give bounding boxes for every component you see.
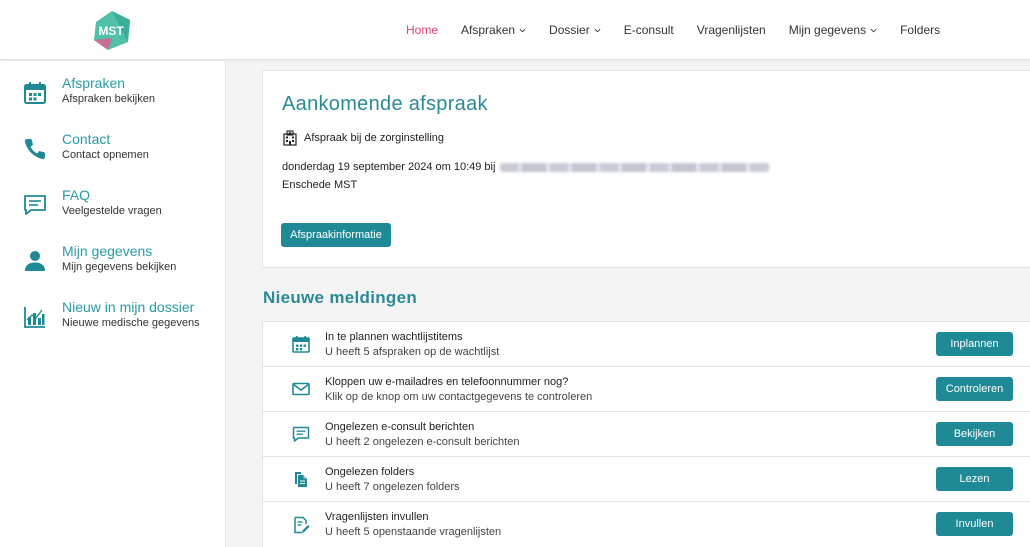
appointment-datetime-row: donderdag 19 september 2024 om 10:49 bij (282, 161, 1030, 173)
top-header: MST Home Afspraken Dossier E-consult Vra… (0, 0, 1030, 60)
nav-vragenlijsten[interactable]: Vragenlijsten (697, 23, 766, 37)
sidebar-item-subtitle: Nieuwe medische gegevens (62, 317, 200, 329)
notification-row: Vragenlijsten invullen U heeft 5 opensta… (263, 502, 1030, 547)
appointment-type-label: Afspraak bij de zorginstelling (304, 132, 445, 144)
nav-dossier[interactable]: Dossier (549, 23, 601, 37)
notification-subtitle: U heeft 5 openstaande vragenlijsten (325, 526, 502, 538)
nav-e-consult[interactable]: E-consult (624, 23, 674, 37)
fill-in-button[interactable]: Invullen (936, 512, 1013, 536)
read-button[interactable]: Lezen (936, 467, 1013, 491)
sidebar-item-title: Contact (62, 131, 111, 147)
notification-row: Ongelezen e-consult berichten U heeft 2 … (263, 412, 1030, 457)
nav-e-consult-label: E-consult (623, 23, 674, 37)
notification-row: Ongelezen folders U heeft 7 ongelezen fo… (263, 457, 1030, 502)
notification-text: Ongelezen e-consult berichten U heeft 2 … (325, 421, 519, 448)
notification-subtitle: Klik op de knop om uw contactgegevens te… (325, 390, 593, 403)
sidebar-item-text: FAQ Veelgestelde vragen (62, 187, 162, 217)
sidebar-item-mijn-gegevens[interactable]: Mijn gegevens Mijn gegevens bekijken (0, 243, 225, 299)
sidebar-item-text: Nieuw in mijn dossier Nieuwe medische ge… (62, 299, 200, 329)
person-icon (25, 251, 45, 271)
sidebar-item-text: Mijn gegevens Mijn gegevens bekijken (62, 243, 176, 273)
sidebar-item-title: Nieuw in mijn dossier (62, 299, 195, 315)
verify-button[interactable]: Controleren (936, 377, 1013, 401)
notification-subtitle: U heeft 5 afspraken op de wachtlijst (325, 345, 500, 358)
nav-folders-label: Folders (900, 23, 941, 37)
nav-afspraken[interactable]: Afspraken (461, 23, 526, 37)
sidebar-item-title: FAQ (62, 187, 91, 203)
logo-text: MST (98, 24, 124, 38)
sidebar: Afspraken Afspraken bekijken Contact Con… (0, 61, 226, 547)
plan-button[interactable]: Inplannen (936, 332, 1013, 356)
notification-text: Vragenlijsten invullen U heeft 5 opensta… (325, 511, 501, 538)
chevron-down-icon (870, 28, 877, 32)
chart-icon (24, 307, 45, 328)
mst-logo[interactable]: MST (90, 8, 134, 52)
sidebar-item-subtitle: Afspraken bekijken (62, 93, 155, 105)
nav-dossier-label: Dossier (549, 23, 590, 37)
chat-icon (24, 195, 46, 215)
appointment-type: Afspraak bij de zorginstelling (282, 130, 1030, 146)
notification-row: In te plannen wachtlijstitems U heeft 5 … (263, 322, 1030, 367)
notification-subtitle: U heeft 2 ongelezen e-consult berichten (325, 435, 520, 448)
nav-mijn-gegevens-label: Mijn gegevens (788, 23, 867, 37)
sidebar-item-faq[interactable]: FAQ Veelgestelde vragen (0, 187, 225, 243)
notification-text: Kloppen uw e-mailadres en telefoonnummer… (325, 376, 592, 403)
appointment-location: Enschede MST (282, 179, 358, 191)
sidebar-item-contact[interactable]: Contact Contact opnemen (0, 131, 225, 187)
notification-text: Ongelezen folders U heeft 7 ongelezen fo… (325, 466, 460, 493)
notification-title: Kloppen uw e-mailadres en telefoonnummer… (325, 375, 569, 388)
sidebar-item-nieuw-in-dossier[interactable]: Nieuw in mijn dossier Nieuwe medische ge… (0, 299, 225, 355)
main-nav: Home Afspraken Dossier E-consult Vragenl… (406, 0, 963, 60)
phone-icon (24, 139, 45, 160)
chevron-down-icon (594, 28, 601, 32)
notification-subtitle: U heeft 7 ongelezen folders (325, 480, 460, 493)
notification-title: In te plannen wachtlijstitems (325, 330, 463, 343)
notification-text: In te plannen wachtlijstitems U heeft 5 … (325, 331, 499, 358)
notification-title: Ongelezen e-consult berichten (325, 420, 475, 433)
notification-title: Vragenlijsten invullen (325, 511, 429, 523)
sidebar-item-subtitle: Mijn gegevens bekijken (62, 261, 177, 273)
appointment-info-button[interactable]: Afspraakinformatie (281, 223, 391, 247)
sidebar-item-title: Afspraken (62, 75, 126, 91)
calendar-icon (24, 82, 46, 104)
nav-home[interactable]: Home (406, 23, 438, 37)
notifications-list: In te plannen wachtlijstitems U heeft 5 … (262, 321, 1030, 547)
sidebar-item-title: Mijn gegevens (62, 243, 153, 259)
nav-vragenlijsten-label: Vragenlijsten (696, 23, 766, 37)
chevron-down-icon (519, 28, 526, 32)
appointment-title: Aankomende afspraak (282, 93, 488, 115)
envelope-icon (289, 377, 313, 401)
sidebar-item-subtitle: Veelgestelde vragen (62, 205, 162, 217)
nav-mijn-gegevens[interactable]: Mijn gegevens (789, 23, 877, 37)
view-button[interactable]: Bekijken (936, 422, 1013, 446)
appointment-datetime: donderdag 19 september 2024 om 10:49 bij (282, 161, 496, 173)
calendar-icon (289, 332, 313, 356)
notification-row: Kloppen uw e-mailadres en telefoonnummer… (263, 367, 1030, 412)
chat-icon (289, 422, 313, 446)
nav-home-label: Home (406, 23, 439, 37)
hospital-icon (283, 130, 297, 146)
redacted-practitioner (500, 162, 771, 172)
nav-afspraken-label: Afspraken (461, 23, 516, 37)
sidebar-item-text: Contact Contact opnemen (62, 131, 149, 161)
form-edit-icon (289, 513, 313, 537)
notifications-title: Nieuwe meldingen (263, 288, 418, 307)
sidebar-item-afspraken[interactable]: Afspraken Afspraken bekijken (0, 75, 225, 131)
notification-title: Ongelezen folders (325, 465, 415, 478)
nav-folders[interactable]: Folders (900, 23, 940, 37)
sidebar-item-subtitle: Contact opnemen (62, 149, 149, 161)
documents-icon (289, 467, 313, 491)
appointment-card: Aankomende afspraak Afspraak bij de zorg… (262, 70, 1030, 268)
sidebar-item-text: Afspraken Afspraken bekijken (62, 75, 155, 105)
